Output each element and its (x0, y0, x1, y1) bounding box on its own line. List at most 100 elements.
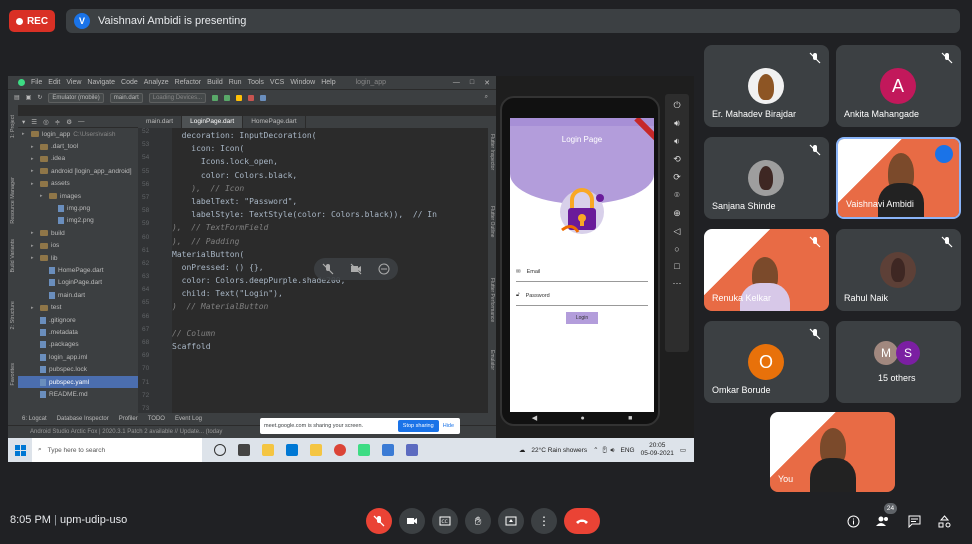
tree-item[interactable]: ▸ .idea (18, 153, 138, 165)
presenting-banner[interactable]: V Vaishnavi Ambidi is presenting (66, 9, 960, 33)
screenshot-icon[interactable]: ⌾ (674, 190, 679, 201)
tree-item[interactable]: README.md (18, 388, 138, 400)
camera-off-icon[interactable] (350, 263, 362, 275)
password-field[interactable]: 🔓︎ Password (516, 286, 648, 306)
home-nav-icon[interactable]: ○ (674, 244, 679, 254)
participant-tile[interactable]: O Omkar Borude (704, 321, 829, 403)
weather-text[interactable]: 22°C Rain showers (531, 447, 587, 454)
more-icon[interactable] (378, 263, 390, 275)
device-select[interactable]: Emulator (mobile) (48, 92, 104, 103)
menu-item[interactable]: Code (121, 79, 138, 86)
editor-tab[interactable]: main.dart (138, 116, 183, 128)
folder-open-icon[interactable]: ▤ (14, 94, 20, 101)
hide-panel-icon[interactable]: — (78, 118, 85, 125)
others-tile[interactable]: M S 15 others (836, 321, 961, 403)
camera-toggle-button[interactable] (399, 508, 425, 534)
tool-window-button[interactable]: Flutter Inspector (489, 134, 495, 170)
tree-item[interactable]: img.png (18, 202, 138, 214)
tool-window-tab[interactable]: Profiler (119, 416, 138, 422)
present-button[interactable] (498, 508, 524, 534)
tool-window-button[interactable]: 1: Project (10, 115, 16, 138)
search-icon[interactable]: ⌕ (485, 94, 488, 101)
mic-off-icon[interactable] (322, 263, 334, 275)
editor-tab[interactable]: LoginPage.dart (182, 116, 244, 128)
chrome-icon[interactable] (334, 444, 346, 456)
windows-start-icon[interactable] (8, 438, 32, 462)
tree-item[interactable]: img2.png (18, 215, 138, 227)
power-icon[interactable]: ⏻ (673, 100, 680, 111)
menu-item[interactable]: VCS (270, 79, 284, 86)
recents-icon[interactable]: ■ (628, 415, 632, 422)
run-config-select[interactable]: main.dart (109, 92, 143, 103)
tree-item[interactable]: main.dart (18, 289, 138, 301)
back-icon[interactable]: ◀ (532, 414, 537, 422)
leave-call-button[interactable] (564, 508, 600, 534)
tool-window-tab[interactable]: TODO (148, 416, 165, 422)
tree-item[interactable]: ▸ assets (18, 178, 138, 190)
sdk-icon[interactable] (260, 94, 267, 101)
tree-item[interactable]: ▸ .dart_tool (18, 140, 138, 152)
locate-icon[interactable]: ◎ (43, 118, 49, 126)
menu-item[interactable]: Run (229, 79, 242, 86)
login-button[interactable]: Login (566, 312, 598, 324)
participant-tile[interactable]: Rahul Naik (836, 229, 961, 311)
stop-sharing-button[interactable]: Stop sharing (397, 420, 439, 432)
android-studio-taskbar-icon[interactable] (358, 444, 370, 456)
tree-item[interactable]: .gitignore (18, 314, 138, 326)
task-view-icon[interactable] (214, 444, 226, 456)
tree-item[interactable]: .metadata (18, 326, 138, 338)
tree-item[interactable]: .packages (18, 339, 138, 351)
tool-window-button[interactable]: Flutter Outline (489, 206, 495, 237)
rotate-right-icon[interactable]: ⟳ (673, 172, 681, 183)
more-options-icon[interactable]: ⋯ (673, 278, 682, 289)
tree-item[interactable]: ▸ lib (18, 252, 138, 264)
tool-window-button[interactable]: 2: Structure (10, 301, 16, 329)
editor-tab[interactable]: HomePage.dart (243, 116, 306, 128)
home-icon[interactable]: ● (580, 415, 584, 422)
language[interactable]: ENG (621, 447, 635, 454)
tree-item[interactable]: ▸ build (18, 227, 138, 239)
volume-up-icon[interactable]: 🔊︎ (674, 118, 680, 129)
explorer-icon[interactable] (262, 444, 274, 456)
task-switch-icon[interactable] (238, 444, 250, 456)
tray-icons[interactable]: ⌃ 🔋︎ 🔊︎ (593, 446, 614, 455)
menu-item[interactable]: File (31, 79, 42, 86)
menu-item[interactable]: Help (321, 79, 335, 86)
more-options-button[interactable]: ⋮ (531, 508, 557, 534)
overview-icon[interactable]: □ (674, 261, 679, 271)
clock[interactable]: 20:05 05-09-2021 (641, 442, 674, 458)
participant-tile[interactable]: Renuka Kelkar (704, 229, 829, 311)
participant-tile[interactable]: Sanjana Shinde (704, 137, 829, 219)
tree-item[interactable]: ▸ android [login_app_android] (18, 165, 138, 177)
rotate-left-icon[interactable]: ⟲ (673, 154, 681, 165)
meeting-details-button[interactable] (845, 513, 861, 529)
tree-item[interactable]: login_app.iml (18, 351, 138, 363)
tool-window-button[interactable]: Resource Manager (10, 177, 16, 224)
sort-icon[interactable]: ≑ (55, 118, 60, 126)
tool-window-tab[interactable]: Event Log (175, 416, 202, 422)
email-field[interactable]: ✉ Email (516, 262, 648, 282)
menu-item[interactable]: Refactor (175, 79, 201, 86)
notification-icon[interactable]: ▭ (680, 446, 686, 454)
menu-item[interactable]: View (66, 79, 81, 86)
hide-button[interactable]: Hide (443, 423, 460, 429)
tree-item[interactable]: ▸ test (18, 301, 138, 313)
refresh-icon[interactable]: ↻ (37, 94, 42, 101)
raise-hand-button[interactable]: ✋︎ (465, 508, 491, 534)
activities-button[interactable] (936, 513, 952, 529)
app-icon[interactable] (382, 444, 394, 456)
menu-item[interactable]: Build (207, 79, 223, 86)
emulator-taskbar-icon[interactable] (406, 444, 418, 456)
settings-icon[interactable]: ⚙ (66, 118, 72, 126)
captions-button[interactable]: CC (432, 508, 458, 534)
tree-item[interactable]: LoginPage.dart (18, 277, 138, 289)
participant-tile[interactable]: A Ankita Mahangade (836, 45, 961, 127)
hot-reload-icon[interactable] (236, 94, 243, 101)
tool-window-tab[interactable]: 6: Logcat (22, 416, 47, 422)
tree-item[interactable]: pubspec.lock (18, 363, 138, 375)
tool-window-button[interactable]: Emulator (489, 350, 495, 370)
run-icon[interactable] (212, 94, 219, 101)
participant-tile-active-speaker[interactable]: Vaishnavi Ambidi (836, 137, 961, 219)
participant-tile[interactable]: Er. Mahadev Birajdar (704, 45, 829, 127)
volume-down-icon[interactable]: 🔉︎ (674, 136, 680, 147)
